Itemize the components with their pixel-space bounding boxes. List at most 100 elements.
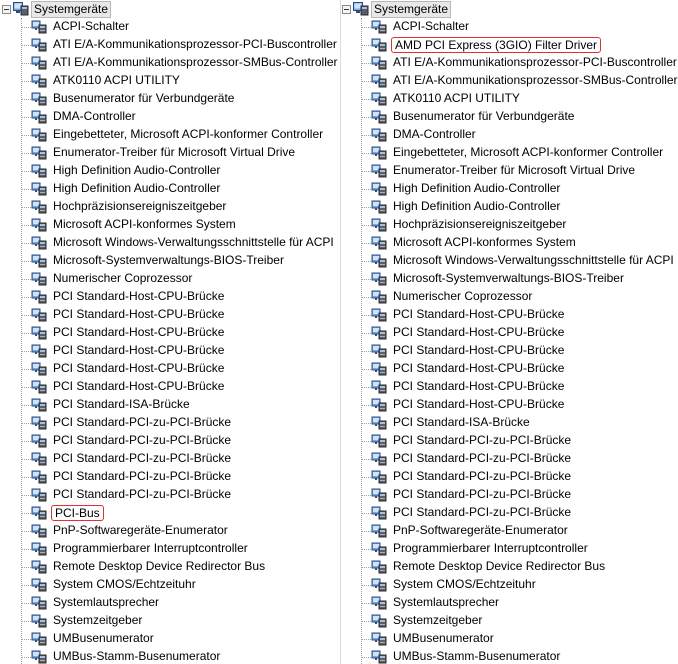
tree-item[interactable]: PCI Standard-PCI-zu-PCI-Brücke <box>0 414 340 432</box>
tree-item-label: UMBusenumerator <box>53 631 154 645</box>
tree-item[interactable]: Eingebetteter, Microsoft ACPI-konformer … <box>340 144 678 162</box>
left-device-tree-pane[interactable]: Systemgeräte ACPI-Schalter ATI E/A-Kommun… <box>0 0 340 664</box>
tree-item[interactable]: PCI Standard-Host-CPU-Brücke <box>340 342 678 360</box>
tree-item[interactable]: UMBus-Stamm-Busenumerator <box>340 648 678 664</box>
tree-item[interactable]: Eingebetteter, Microsoft ACPI-konformer … <box>0 126 340 144</box>
tree-item[interactable]: PCI Standard-PCI-zu-PCI-Brücke <box>340 468 678 486</box>
tree-item[interactable]: Hochpräzisionsereigniszeitgeber <box>340 216 678 234</box>
tree-item[interactable]: Systemlautsprecher <box>0 594 340 612</box>
tree-item[interactable]: PCI Standard-Host-CPU-Brücke <box>340 324 678 342</box>
tree-item[interactable]: Microsoft-Systemverwaltungs-BIOS-Treiber <box>340 270 678 288</box>
tree-root-system-devices[interactable]: Systemgeräte <box>0 0 340 18</box>
tree-item[interactable]: Systemzeitgeber <box>0 612 340 630</box>
tree-item-label: ATK0110 ACPI UTILITY <box>53 73 180 87</box>
tree-item[interactable]: PnP-Softwaregeräte-Enumerator <box>0 522 340 540</box>
tree-item[interactable]: Microsoft-Systemverwaltungs-BIOS-Treiber <box>0 252 340 270</box>
tree-item[interactable]: Busenumerator für Verbundgeräte <box>0 90 340 108</box>
tree-item[interactable]: Microsoft Windows-Verwaltungsschnittstel… <box>0 234 340 252</box>
system-device-icon <box>371 596 387 610</box>
tree-item[interactable]: Microsoft ACPI-konformes System <box>0 216 340 234</box>
tree-item[interactable]: PCI Standard-PCI-zu-PCI-Brücke <box>0 486 340 504</box>
tree-item[interactable]: Programmierbarer Interruptcontroller <box>0 540 340 558</box>
tree-item[interactable]: UMBus-Stamm-Busenumerator <box>0 648 340 664</box>
tree-item[interactable]: DMA-Controller <box>0 108 340 126</box>
tree-item[interactable]: PCI Standard-Host-CPU-Brücke <box>0 324 340 342</box>
tree-item[interactable]: PCI Standard-PCI-zu-PCI-Brücke <box>340 504 678 522</box>
tree-item[interactable]: High Definition Audio-Controller <box>0 162 340 180</box>
tree-item[interactable]: PCI Standard-Host-CPU-Brücke <box>0 378 340 396</box>
tree-item[interactable]: PCI Standard-Host-CPU-Brücke <box>340 360 678 378</box>
tree-item[interactable]: PCI Standard-Host-CPU-Brücke <box>0 360 340 378</box>
collapse-icon[interactable] <box>2 5 11 14</box>
system-device-icon <box>371 542 387 556</box>
tree-item[interactable]: PCI Standard-PCI-zu-PCI-Brücke <box>340 486 678 504</box>
tree-item[interactable]: PCI Standard-Host-CPU-Brücke <box>340 396 678 414</box>
tree-item[interactable]: PCI Standard-Host-CPU-Brücke <box>0 306 340 324</box>
tree-item[interactable]: Microsoft Windows-Verwaltungsschnittstel… <box>340 252 678 270</box>
system-device-icon <box>31 614 47 628</box>
tree-item[interactable]: ATI E/A-Kommunikationsprozessor-PCI-Busc… <box>0 36 340 54</box>
tree-item[interactable]: Enumerator-Treiber für Microsoft Virtual… <box>0 144 340 162</box>
tree-item[interactable]: PCI Standard-Host-CPU-Brücke <box>340 306 678 324</box>
tree-item[interactable]: High Definition Audio-Controller <box>0 180 340 198</box>
tree-item[interactable]: DMA-Controller <box>340 126 678 144</box>
tree-item[interactable]: PCI Standard-ISA-Brücke <box>0 396 340 414</box>
tree-root-system-devices[interactable]: Systemgeräte <box>340 0 678 18</box>
collapse-icon[interactable] <box>342 5 351 14</box>
tree-item[interactable]: Systemzeitgeber <box>340 612 678 630</box>
tree-item[interactable]: Remote Desktop Device Redirector Bus <box>340 558 678 576</box>
tree-item[interactable]: System CMOS/Echtzeituhr <box>0 576 340 594</box>
tree-item-label: PCI Standard-Host-CPU-Brücke <box>53 325 225 339</box>
tree-item[interactable]: High Definition Audio-Controller <box>340 198 678 216</box>
tree-item[interactable]: PCI Standard-PCI-zu-PCI-Brücke <box>340 432 678 450</box>
tree-item[interactable]: PCI Standard-ISA-Brücke <box>340 414 678 432</box>
tree-item[interactable]: Busenumerator für Verbundgeräte <box>340 108 678 126</box>
tree-branch-connector <box>22 297 31 298</box>
tree-item[interactable]: Enumerator-Treiber für Microsoft Virtual… <box>340 162 678 180</box>
tree-item[interactable]: ATK0110 ACPI UTILITY <box>340 90 678 108</box>
tree-branch-connector <box>22 99 31 100</box>
tree-item[interactable]: Programmierbarer Interruptcontroller <box>340 540 678 558</box>
tree-item[interactable]: PCI Standard-PCI-zu-PCI-Brücke <box>340 450 678 468</box>
tree-item[interactable]: Systemlautsprecher <box>340 594 678 612</box>
tree-item[interactable]: PCI Standard-Host-CPU-Brücke <box>340 378 678 396</box>
tree-item[interactable]: Remote Desktop Device Redirector Bus <box>0 558 340 576</box>
tree-item[interactable]: ATK0110 ACPI UTILITY <box>0 72 340 90</box>
tree-item[interactable]: PCI Standard-Host-CPU-Brücke <box>0 342 340 360</box>
tree-item[interactable]: High Definition Audio-Controller <box>340 180 678 198</box>
tree-branch-connector <box>362 279 371 280</box>
tree-item[interactable]: PCI Standard-PCI-zu-PCI-Brücke <box>0 450 340 468</box>
tree-item[interactable]: ACPI-Schalter <box>340 18 678 36</box>
tree-item[interactable]: UMBusenumerator <box>340 630 678 648</box>
system-device-icon <box>371 614 387 628</box>
tree-branch-connector <box>22 477 31 478</box>
tree-item[interactable]: PCI Standard-PCI-zu-PCI-Brücke <box>0 468 340 486</box>
tree-item[interactable]: ACPI-Schalter <box>0 18 340 36</box>
tree-item[interactable]: ATI E/A-Kommunikationsprozessor-SMBus-Co… <box>340 72 678 90</box>
tree-branch-connector <box>22 243 31 244</box>
tree-branch-connector <box>362 135 371 136</box>
tree-item[interactable]: PCI-Bus <box>0 504 340 522</box>
system-device-icon <box>371 290 387 304</box>
tree-item[interactable]: ATI E/A-Kommunikationsprozessor-PCI-Busc… <box>340 54 678 72</box>
tree-item-label: PCI Standard-ISA-Brücke <box>393 415 530 429</box>
tree-item[interactable]: PnP-Softwaregeräte-Enumerator <box>340 522 678 540</box>
tree-item[interactable]: UMBusenumerator <box>0 630 340 648</box>
tree-branch-connector <box>362 27 371 28</box>
tree-item[interactable]: Hochpräzisionsereigniszeitgeber <box>0 198 340 216</box>
tree-item-label: Numerischer Coprozessor <box>393 289 533 303</box>
tree-item[interactable]: PCI Standard-Host-CPU-Brücke <box>0 288 340 306</box>
system-device-icon <box>371 182 387 196</box>
system-device-icon <box>31 452 47 466</box>
tree-item[interactable]: ATI E/A-Kommunikationsprozessor-SMBus-Co… <box>0 54 340 72</box>
tree-root-label: Systemgeräte <box>371 1 452 18</box>
tree-branch-connector <box>22 279 31 280</box>
tree-item[interactable]: PCI Standard-PCI-zu-PCI-Brücke <box>0 432 340 450</box>
tree-item[interactable]: Numerischer Coprozessor <box>340 288 678 306</box>
tree-item[interactable]: AMD PCI Express (3GIO) Filter Driver <box>340 36 678 54</box>
tree-item[interactable]: Microsoft ACPI-konformes System <box>340 234 678 252</box>
system-device-icon <box>371 92 387 106</box>
tree-item[interactable]: System CMOS/Echtzeituhr <box>340 576 678 594</box>
tree-item[interactable]: Numerischer Coprozessor <box>0 270 340 288</box>
right-device-tree-pane[interactable]: Systemgeräte ACPI-Schalter AMD PCI Expres… <box>340 0 678 664</box>
